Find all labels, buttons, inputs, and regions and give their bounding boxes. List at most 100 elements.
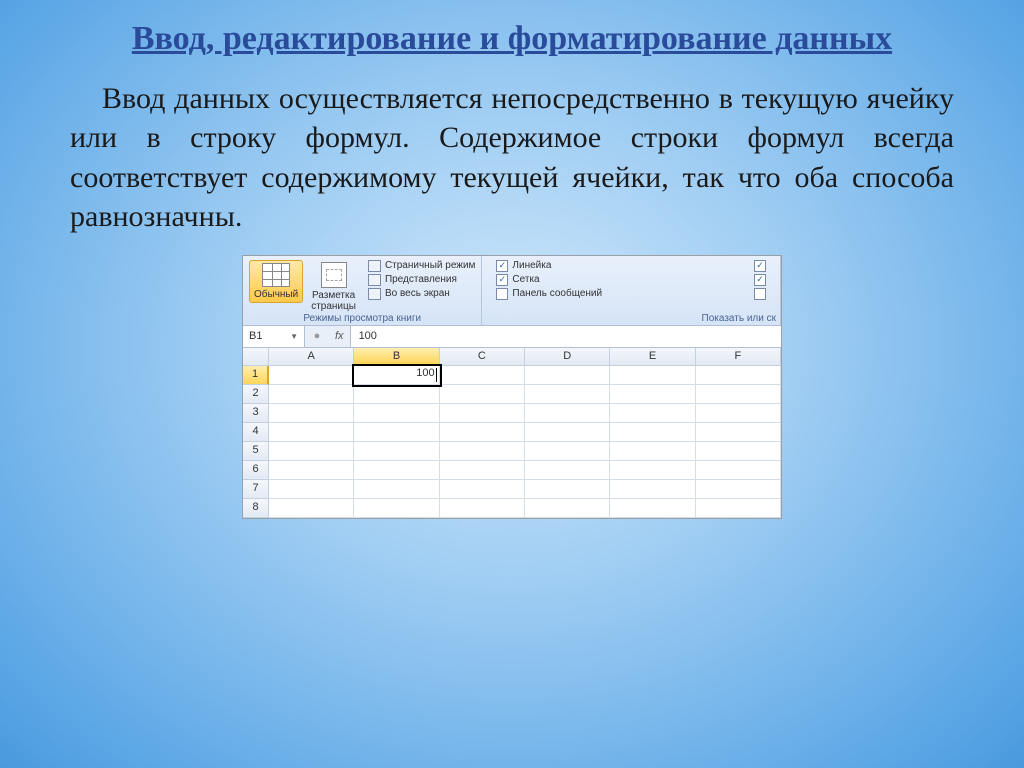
cell-B1[interactable]: 100 (354, 366, 439, 385)
cell-A4[interactable] (269, 423, 354, 442)
cell-E7[interactable] (610, 480, 695, 499)
cell-D5[interactable] (525, 442, 610, 461)
cell-E5[interactable] (610, 442, 695, 461)
full-screen-button[interactable]: Во весь экран (368, 288, 475, 300)
select-all-corner[interactable] (243, 348, 269, 366)
gridlines-label: Сетка (512, 274, 539, 285)
custom-views-button[interactable]: Представления (368, 274, 475, 286)
col-header-A[interactable]: A (269, 348, 354, 366)
grid-icon (262, 263, 290, 287)
cell-D8[interactable] (525, 499, 610, 518)
row-header-6[interactable]: 6 (243, 461, 269, 480)
cell-F6[interactable] (696, 461, 781, 480)
cell-F1[interactable] (696, 366, 781, 385)
cell-C7[interactable] (440, 480, 525, 499)
cell-A6[interactable] (269, 461, 354, 480)
cell-E2[interactable] (610, 385, 695, 404)
name-box[interactable]: B1 ▼ (243, 326, 305, 347)
cell-D4[interactable] (525, 423, 610, 442)
cell-B5[interactable] (354, 442, 439, 461)
cell-B8[interactable] (354, 499, 439, 518)
formula-input[interactable]: 100 (351, 326, 781, 347)
cell-C2[interactable] (440, 385, 525, 404)
right-checkbox-3 (754, 288, 766, 300)
cell-B2[interactable] (354, 385, 439, 404)
view-page-layout-label1: Разметка (312, 290, 355, 301)
cell-A8[interactable] (269, 499, 354, 518)
cell-E8[interactable] (610, 499, 695, 518)
col-header-C[interactable]: C (440, 348, 525, 366)
cell-C6[interactable] (440, 461, 525, 480)
custom-views-icon (368, 274, 381, 286)
cell-B1-value: 100 (416, 367, 434, 379)
cell-C4[interactable] (440, 423, 525, 442)
right-check-2[interactable]: ✓ (754, 274, 766, 286)
cell-F2[interactable] (696, 385, 781, 404)
right-check-1[interactable]: ✓ (754, 260, 766, 272)
cell-E3[interactable] (610, 404, 695, 423)
cell-D2[interactable] (525, 385, 610, 404)
cell-E4[interactable] (610, 423, 695, 442)
cell-D6[interactable] (525, 461, 610, 480)
cell-D7[interactable] (525, 480, 610, 499)
cell-F3[interactable] (696, 404, 781, 423)
row-header-4[interactable]: 4 (243, 423, 269, 442)
spreadsheet-grid[interactable]: A B C D E F 1 100 2 3 4 5 6 7 8 (243, 348, 781, 518)
message-panel-checkbox (496, 288, 508, 300)
cell-F5[interactable] (696, 442, 781, 461)
row-header-2[interactable]: 2 (243, 385, 269, 404)
cell-C3[interactable] (440, 404, 525, 423)
col-header-B[interactable]: B (354, 348, 439, 366)
cell-A3[interactable] (269, 404, 354, 423)
cell-F8[interactable] (696, 499, 781, 518)
page-break-button[interactable]: Страничный режим (368, 260, 475, 272)
cell-D3[interactable] (525, 404, 610, 423)
ribbon: Обычный Разметка страницы Страничный реж… (243, 256, 781, 326)
col-header-F[interactable]: F (696, 348, 781, 366)
col-header-E[interactable]: E (610, 348, 695, 366)
cell-A5[interactable] (269, 442, 354, 461)
cell-B3[interactable] (354, 404, 439, 423)
ruler-check[interactable]: ✓ Линейка (496, 260, 602, 272)
gridlines-checkbox: ✓ (496, 274, 508, 286)
cell-F4[interactable] (696, 423, 781, 442)
ribbon-group-views-label: Режимы просмотра книги (243, 313, 481, 324)
page-break-icon (368, 260, 381, 272)
cell-B4[interactable] (354, 423, 439, 442)
message-panel-check[interactable]: Панель сообщений (496, 288, 602, 300)
right-checkbox-1: ✓ (754, 260, 766, 272)
cell-A1[interactable] (269, 366, 354, 385)
slide-body-text: Ввод данных осуществляется непосредствен… (70, 79, 954, 237)
page-break-label: Страничный режим (385, 260, 475, 271)
col-header-D[interactable]: D (525, 348, 610, 366)
cell-A2[interactable] (269, 385, 354, 404)
text-caret (436, 368, 437, 382)
cell-B6[interactable] (354, 461, 439, 480)
view-normal-label: Обычный (254, 289, 298, 300)
row-header-3[interactable]: 3 (243, 404, 269, 423)
cell-D1[interactable] (525, 366, 610, 385)
ribbon-group-show: ✓ Линейка ✓ Сетка Панель сообщений ✓ ✓ (482, 256, 781, 325)
cell-C5[interactable] (440, 442, 525, 461)
slide-title: Ввод, редактирование и форматирование да… (70, 18, 954, 61)
row-header-1[interactable]: 1 (243, 366, 269, 385)
cell-A7[interactable] (269, 480, 354, 499)
full-screen-icon (368, 288, 381, 300)
small-view-buttons: Страничный режим Представления Во весь э… (364, 260, 475, 300)
fx-circle-icon[interactable]: ● (311, 330, 323, 342)
row-header-7[interactable]: 7 (243, 480, 269, 499)
gridlines-check[interactable]: ✓ Сетка (496, 274, 602, 286)
custom-views-label: Представления (385, 274, 457, 285)
cell-C8[interactable] (440, 499, 525, 518)
cell-B7[interactable] (354, 480, 439, 499)
cell-E1[interactable] (610, 366, 695, 385)
view-page-layout-button[interactable]: Разметка страницы (307, 260, 360, 314)
row-header-5[interactable]: 5 (243, 442, 269, 461)
cell-C1[interactable] (440, 366, 525, 385)
fx-label[interactable]: fx (335, 330, 344, 342)
view-normal-button[interactable]: Обычный (249, 260, 303, 303)
row-header-8[interactable]: 8 (243, 499, 269, 518)
right-check-3[interactable] (754, 288, 766, 300)
cell-F7[interactable] (696, 480, 781, 499)
cell-E6[interactable] (610, 461, 695, 480)
